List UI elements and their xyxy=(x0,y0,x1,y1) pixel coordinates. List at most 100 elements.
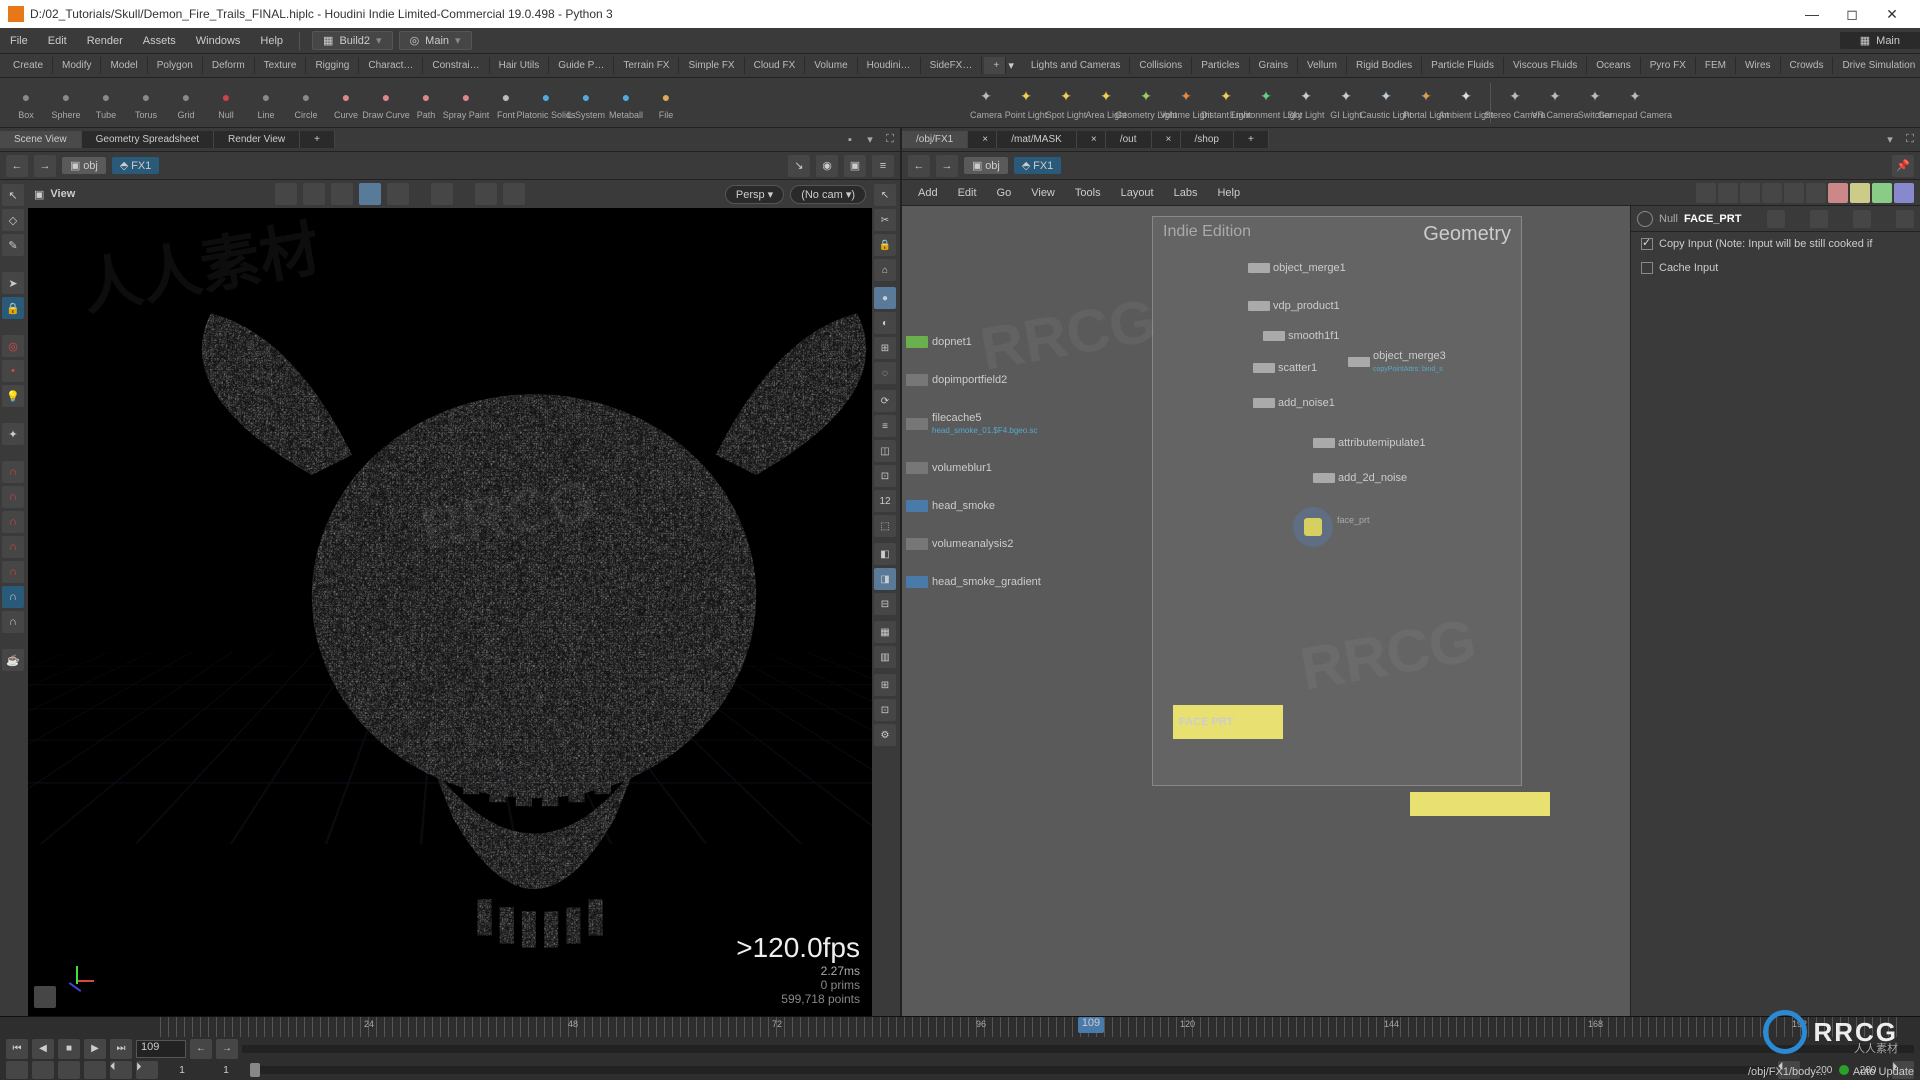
wrench-icon[interactable] xyxy=(1696,183,1716,203)
shelf-tab[interactable]: Vellum xyxy=(1298,57,1347,74)
node[interactable]: dopnet1 xyxy=(906,336,1041,348)
pane-tab[interactable]: Render View xyxy=(214,131,300,148)
tool-vr-camera[interactable]: ✦VR Camera xyxy=(1535,86,1575,120)
cam-nocam[interactable]: (No cam ▾) xyxy=(790,185,866,204)
tool-caustic-light[interactable]: ✦Caustic Light xyxy=(1366,86,1406,120)
forward-button[interactable]: → xyxy=(34,155,56,177)
pin-icon[interactable]: ↘ xyxy=(788,155,810,177)
shelf-tab[interactable]: Viscous Fluids xyxy=(1504,57,1587,74)
tool-null[interactable]: ●Null xyxy=(206,86,246,120)
tool-circle[interactable]: ●Circle xyxy=(286,86,326,120)
bulb-icon[interactable]: 💡 xyxy=(2,385,24,407)
cam-persp[interactable]: Persp ▾ xyxy=(725,185,784,204)
grid2-icon[interactable] xyxy=(1806,183,1826,203)
stop-button[interactable]: ■ xyxy=(58,1039,80,1059)
path-obj[interactable]: ▣ obj xyxy=(62,157,106,174)
path-obj[interactable]: ▣ obj xyxy=(964,157,1008,174)
flag-icon[interactable] xyxy=(1767,210,1785,228)
vopt-icon[interactable] xyxy=(303,183,325,205)
cache-input-checkbox[interactable] xyxy=(1641,262,1653,274)
back-button[interactable]: ← xyxy=(6,155,28,177)
shelf-tab[interactable]: Model xyxy=(101,57,147,74)
gear-icon[interactable] xyxy=(1810,210,1828,228)
maximize-button[interactable]: ◻ xyxy=(1832,0,1872,28)
realtime-icon[interactable] xyxy=(84,1061,106,1079)
tool-environment-light[interactable]: ✦Environment Light xyxy=(1246,86,1286,120)
shelf-tab[interactable]: Collisions xyxy=(1130,57,1192,74)
magnet-icon[interactable]: ∩ xyxy=(2,536,24,558)
display-opt-icon[interactable]: ⟳ xyxy=(874,390,896,412)
axis-icon[interactable]: ✦ xyxy=(2,423,24,445)
scissors-icon[interactable]: ✂ xyxy=(874,209,896,231)
display-opt-icon[interactable]: ⬚ xyxy=(874,515,896,537)
node[interactable]: filecache5head_smoke_01.$F4.bgeo.sc xyxy=(906,412,1041,436)
tool-line[interactable]: ●Line xyxy=(246,86,286,120)
menu-assets[interactable]: Assets xyxy=(133,28,186,54)
minimize-button[interactable]: — xyxy=(1792,0,1832,28)
tool-file[interactable]: ●File xyxy=(646,86,686,120)
network-overview[interactable]: Geometry Indie Edition object_merge1vdp_… xyxy=(1152,216,1522,786)
display-opt-icon[interactable]: ⊞ xyxy=(874,674,896,696)
display-opt-icon[interactable]: ▦ xyxy=(874,621,896,643)
scope-icon[interactable] xyxy=(32,1061,54,1079)
search-icon[interactable] xyxy=(1853,210,1871,228)
tool-draw-curve[interactable]: ●Draw Curve xyxy=(366,86,406,120)
pane-toggle[interactable]: ▪ xyxy=(840,130,860,150)
layers-icon[interactable]: ≡ xyxy=(872,155,894,177)
chevron-down-icon[interactable]: ▾ xyxy=(860,130,880,150)
shade-flat-icon[interactable]: ◐ xyxy=(874,312,896,334)
auto-update-label[interactable]: Auto Update xyxy=(1853,1066,1914,1078)
shelf-tab[interactable]: Modify xyxy=(53,57,101,74)
display-opt-icon[interactable]: ◨ xyxy=(874,568,896,590)
path-fx1[interactable]: ⬘ FX1 xyxy=(112,157,159,174)
tool-grid[interactable]: ●Grid xyxy=(166,86,206,120)
node-name-field[interactable]: FACE_PRT xyxy=(1684,213,1741,225)
opt-icon[interactable] xyxy=(1828,183,1848,203)
ghost-icon[interactable]: ◌ xyxy=(874,362,896,384)
cup-icon[interactable]: ☕ xyxy=(2,649,24,671)
shelf-tab[interactable]: Constrai… xyxy=(423,57,489,74)
tool-metaball[interactable]: ●Metaball xyxy=(606,86,646,120)
select-icon[interactable]: ↖ xyxy=(2,184,24,206)
node[interactable]: smooth1f1 xyxy=(1263,330,1339,342)
netmenu-help[interactable]: Help xyxy=(1207,187,1250,199)
netmenu-edit[interactable]: Edit xyxy=(948,187,987,199)
desktop-right[interactable]: ▦ Main xyxy=(1840,32,1920,49)
tool-camera[interactable]: ✦Camera xyxy=(966,86,1006,120)
shelf-tab[interactable]: Hair Utils xyxy=(490,57,550,74)
search-icon[interactable] xyxy=(1718,183,1738,203)
shelf-tab[interactable]: Crowds xyxy=(1781,57,1834,74)
node[interactable]: dopimportfield2 xyxy=(906,374,1041,386)
tool-path[interactable]: ●Path xyxy=(406,86,446,120)
lock-icon[interactable]: 🔒 xyxy=(2,297,24,319)
tool-spot-light[interactable]: ✦Spot Light xyxy=(1046,86,1086,120)
pin-icon[interactable]: 📌 xyxy=(1892,155,1914,177)
sticky-note[interactable]: FACE PRT xyxy=(1173,705,1283,739)
netmenu-labs[interactable]: Labs xyxy=(1164,187,1208,199)
display-opt-icon[interactable]: ⊟ xyxy=(874,593,896,615)
key-icon[interactable] xyxy=(6,1061,28,1079)
snap-icon[interactable] xyxy=(34,986,56,1008)
step-icon[interactable]: ← xyxy=(190,1039,212,1059)
target-icon[interactable]: ◎ xyxy=(2,335,24,357)
shelf-tab[interactable]: Drive Simulation xyxy=(1833,57,1920,74)
shelf-tab[interactable]: Deform xyxy=(203,57,255,74)
node[interactable]: object_merge3copyPointAttrs: bind_s xyxy=(1348,350,1446,374)
step-icon[interactable]: → xyxy=(216,1039,238,1059)
shelf-right[interactable]: Lights and CamerasCollisionsParticlesGra… xyxy=(1022,57,1920,74)
tool-sky-light[interactable]: ✦Sky Light xyxy=(1286,86,1326,120)
tool-torus[interactable]: ●Torus xyxy=(126,86,166,120)
prev-icon[interactable]: ⏴ xyxy=(110,1061,132,1079)
frame-field[interactable]: 109 xyxy=(136,1040,186,1058)
tree-icon[interactable] xyxy=(1784,183,1804,203)
tab-add[interactable]: + xyxy=(1234,131,1269,148)
gear-icon[interactable] xyxy=(475,183,497,205)
back-button[interactable]: ← xyxy=(908,155,930,177)
cursor-icon[interactable]: ↖ xyxy=(874,184,896,206)
node[interactable]: head_smoke_gradient xyxy=(906,576,1041,588)
vopt-icon[interactable] xyxy=(359,183,381,205)
shelf-tab[interactable]: Guide P… xyxy=(549,57,614,74)
vopt-icon[interactable] xyxy=(275,183,297,205)
node[interactable]: volumeblur1 xyxy=(906,462,1041,474)
vopt-icon[interactable] xyxy=(331,183,353,205)
